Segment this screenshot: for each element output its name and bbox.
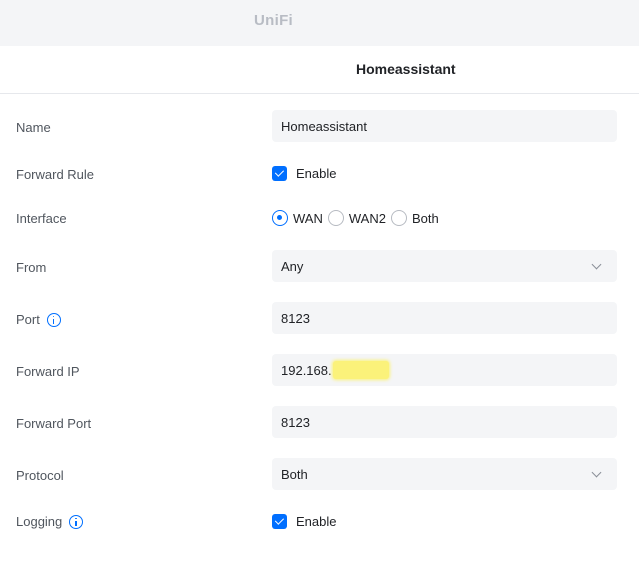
radio-wan[interactable]	[272, 210, 288, 226]
name-input[interactable]: Homeassistant	[272, 110, 617, 142]
logging-label-group: Logging	[16, 514, 84, 529]
port-label: Port	[16, 312, 40, 327]
logging-checkbox-group[interactable]: Enable	[272, 514, 336, 529]
port-label-group: Port	[16, 312, 61, 327]
chevron-down-icon	[591, 259, 602, 269]
interface-radio-group: WAN WAN2 Both	[272, 210, 444, 226]
forward-rule-label: Forward Rule	[16, 167, 95, 182]
from-select-value: Any	[281, 258, 304, 274]
logging-label: Logging	[16, 514, 63, 529]
forward-rule-checkbox[interactable]	[272, 166, 287, 181]
redacted-ip-highlight	[332, 361, 389, 379]
forward-rule-checkbox-group[interactable]: Enable	[272, 166, 336, 181]
port-input[interactable]: 8123	[272, 302, 617, 334]
protocol-label: Protocol	[16, 468, 64, 483]
from-label: From	[16, 260, 47, 275]
forward-rule-checkbox-label: Enable	[296, 166, 337, 181]
forward-port-input[interactable]: 8123	[272, 406, 617, 438]
radio-wan2[interactable]	[327, 210, 344, 226]
forward-ip-label: Forward IP	[16, 364, 80, 379]
name-label: Name	[16, 120, 51, 135]
radio-both[interactable]	[390, 210, 407, 226]
page-title: Homeassistant	[356, 61, 456, 77]
info-icon[interactable]	[46, 312, 61, 327]
from-select[interactable]: Any	[272, 250, 617, 282]
logging-checkbox[interactable]	[272, 514, 287, 529]
logging-checkbox-label: Enable	[296, 514, 337, 529]
interface-option-both[interactable]: Both	[390, 210, 439, 226]
interface-option-wan2[interactable]: WAN2	[327, 210, 386, 226]
interface-option-wan[interactable]: WAN	[272, 210, 323, 226]
protocol-select[interactable]: Both	[272, 458, 617, 490]
unifi-logo: UniFi	[254, 12, 293, 29]
radio-wan-label: WAN	[293, 210, 323, 226]
title-bar: Homeassistant	[0, 46, 639, 94]
forward-ip-value: 192.168.	[281, 362, 332, 378]
info-icon[interactable]	[69, 514, 84, 529]
forward-port-label: Forward Port	[16, 416, 92, 431]
interface-label: Interface	[16, 211, 67, 226]
protocol-select-value: Both	[281, 466, 308, 482]
radio-both-label: Both	[411, 210, 439, 226]
radio-wan2-label: WAN2	[348, 210, 386, 226]
top-bar: UniFi	[0, 0, 639, 46]
forward-ip-input[interactable]: 192.168.	[272, 354, 617, 386]
chevron-down-icon	[591, 467, 602, 477]
